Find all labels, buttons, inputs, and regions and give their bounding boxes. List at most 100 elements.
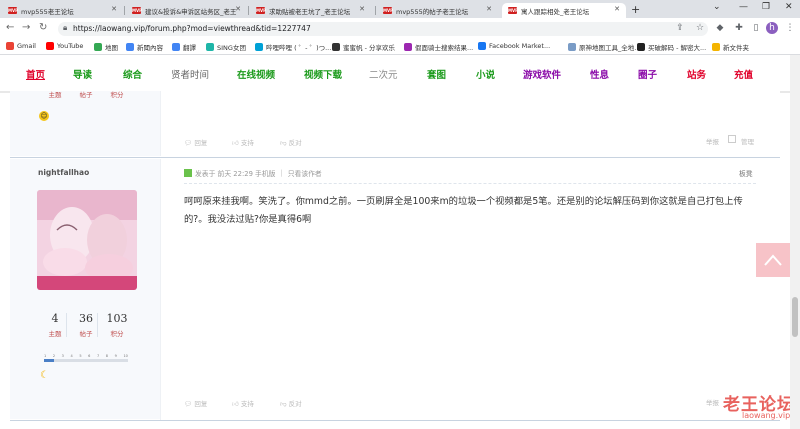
minimize-icon[interactable]: — (739, 2, 748, 12)
share-icon[interactable]: ⇪ (674, 22, 686, 34)
back-to-top-button[interactable] (756, 243, 790, 277)
report-link[interactable]: 举报 (706, 397, 719, 407)
browser-tab[interactable]: MVP mvp555老王论坛 ✕ (2, 3, 123, 18)
close-icon[interactable]: ✕ (486, 5, 492, 13)
bookmark-favicon-icon (712, 43, 720, 51)
lock-icon[interactable]: 🔒︎ (63, 23, 67, 33)
nav-item[interactable]: 导读 (73, 67, 92, 81)
nav-item[interactable]: 视频下载 (304, 67, 342, 81)
extension-icon[interactable]: ◆ (714, 22, 726, 34)
close-icon[interactable]: ✕ (235, 5, 241, 13)
restore-icon[interactable]: ❐ (762, 2, 770, 12)
divider (160, 159, 161, 421)
bookmark-item[interactable]: Gmail (6, 42, 36, 50)
profile-avatar[interactable]: h (766, 22, 778, 34)
nav-item[interactable]: 首页 (26, 67, 45, 81)
author-only-link[interactable]: 只看该作者 (288, 168, 322, 178)
tab-label: 求助贴被老王坑了_老王论坛 (269, 7, 351, 16)
nav-item[interactable]: 游戏软件 (523, 67, 561, 81)
bookmark-item[interactable]: SING女团 (206, 42, 246, 52)
browser-tab[interactable]: MVP mvp555的帖子老王论坛 ✕ (377, 3, 498, 18)
tab-label: 寓人跟踪相处_老王论坛 (521, 7, 590, 16)
tab-search-icon[interactable]: ⌄ (713, 2, 721, 12)
reload-icon[interactable]: ↻ (39, 22, 47, 33)
oppose-action[interactable]: 👎︎ 反对 (280, 137, 302, 147)
manage-checkbox[interactable] (728, 135, 736, 143)
nav-item[interactable]: 小说 (476, 67, 495, 81)
window-close-icon[interactable]: ✕ (785, 2, 793, 12)
thumbs-down-icon: 👎︎ (280, 400, 289, 408)
stat-label: 积分 (110, 330, 124, 338)
url-text[interactable]: https://laowang.vip/forum.php?mod=viewth… (73, 24, 311, 33)
forward-icon[interactable]: → (22, 22, 30, 33)
nav-item[interactable]: 圈子 (638, 67, 657, 81)
new-tab-button[interactable]: + (631, 3, 640, 16)
nav-item[interactable]: 性息 (590, 67, 609, 81)
reply-action[interactable]: 💬︎ 回复 (184, 398, 207, 408)
floor-label[interactable]: 板凳 (739, 168, 753, 178)
page-scrollbar[interactable] (790, 55, 800, 429)
browser-tab[interactable]: MVP 建议&投诉&申诉区站务区_老王 ✕ (126, 3, 247, 18)
bookmark-favicon-icon (206, 43, 214, 51)
thumbs-up-icon: 👍︎ (232, 139, 241, 147)
bookmark-label: SING女团 (217, 44, 246, 52)
bookmark-favicon-icon (637, 43, 645, 51)
manage-link[interactable]: 管理 (741, 136, 754, 146)
sidebar-icon[interactable]: ▯ (750, 22, 762, 34)
nav-item[interactable]: 套图 (427, 67, 446, 81)
avatar[interactable] (37, 190, 137, 290)
post-body: 呵呵原来挂我啊。笑洗了。你mmd之前。一页刷屏全是100来m的垃圾一个视频都是5… (184, 196, 743, 225)
back-icon[interactable]: ← (6, 22, 14, 33)
bookmark-star-icon[interactable]: ☆ (694, 22, 706, 34)
support-action[interactable]: 👍︎ 支持 (232, 137, 254, 147)
nav-item[interactable]: 二次元 (369, 67, 398, 81)
site-favicon: MVP (8, 7, 19, 14)
close-icon[interactable]: ✕ (359, 5, 365, 13)
bookmark-item[interactable]: 翻譯 (172, 42, 196, 52)
browser-tab-active[interactable]: MVP 寓人跟踪相处_老王论坛 ✕ (502, 3, 626, 18)
bookmark-item[interactable]: 蜜蜜帆 - 分享欢乐 (332, 42, 395, 52)
bookmark-item[interactable]: YouTube (46, 42, 83, 50)
online-status-icon (184, 169, 192, 177)
watermark-domain: laowang.vip (742, 411, 791, 420)
browser-tab[interactable]: MVP 求助贴被老王坑了_老王论坛 ✕ (250, 3, 371, 18)
nav-item[interactable]: 贤者时间 (171, 67, 209, 81)
bookmark-favicon-icon (126, 43, 134, 51)
menu-kebab-icon[interactable]: ⋮ (784, 22, 796, 34)
bookmark-item[interactable]: 新聞內容 (126, 42, 163, 52)
bookmark-item[interactable]: Facebook Market... (478, 42, 550, 50)
bookmark-item[interactable]: 新文件夹 (712, 42, 749, 52)
site-favicon: MVP (132, 7, 143, 14)
nav-item[interactable]: 站务 (687, 67, 706, 81)
puzzle-icon[interactable]: ✚ (733, 22, 745, 34)
bookmark-item[interactable]: 原神地图工具_全地... (568, 42, 640, 52)
nav-item[interactable]: 综合 (123, 67, 142, 81)
reply-action[interactable]: 💬︎ 回复 (184, 137, 207, 147)
bookmark-favicon-icon (404, 43, 412, 51)
bookmark-item[interactable]: 地图 (94, 42, 118, 52)
tab-separator (124, 6, 125, 15)
scrollbar-thumb[interactable] (792, 297, 798, 337)
report-link[interactable]: 举报 (706, 136, 719, 146)
author-name[interactable]: nightfallhao (38, 168, 89, 177)
bookmark-item[interactable]: 买破解码 - 解密大... (637, 42, 706, 52)
emoji-icon: ☺ (39, 111, 49, 121)
site-navigation (0, 55, 800, 93)
tab-label: mvp555老王论坛 (21, 7, 74, 16)
bookmark-label: 新文件夹 (723, 44, 749, 52)
bookmark-item[interactable]: 哔哩哔哩 ( ゜- ゜)つ... (255, 42, 331, 52)
close-icon[interactable]: ✕ (111, 5, 117, 13)
close-icon[interactable]: ✕ (614, 5, 620, 13)
prev-author-column (10, 91, 160, 156)
bookmark-item[interactable]: 假面骑士搜索结果... (404, 42, 473, 52)
stat-label: 帖子 (79, 91, 93, 99)
reply-icon: 💬︎ (184, 139, 195, 147)
bookmark-label: Gmail (17, 42, 36, 50)
nav-item[interactable]: 充值 (734, 67, 753, 81)
nav-item[interactable]: 在线视频 (237, 67, 275, 81)
oppose-action[interactable]: 👎︎ 反对 (280, 398, 302, 408)
bookmark-label: Facebook Market... (489, 42, 551, 50)
support-action[interactable]: 👍︎ 支持 (232, 398, 254, 408)
tab-label: mvp555的帖子老王论坛 (396, 7, 469, 16)
site-favicon: MVP (383, 7, 394, 14)
